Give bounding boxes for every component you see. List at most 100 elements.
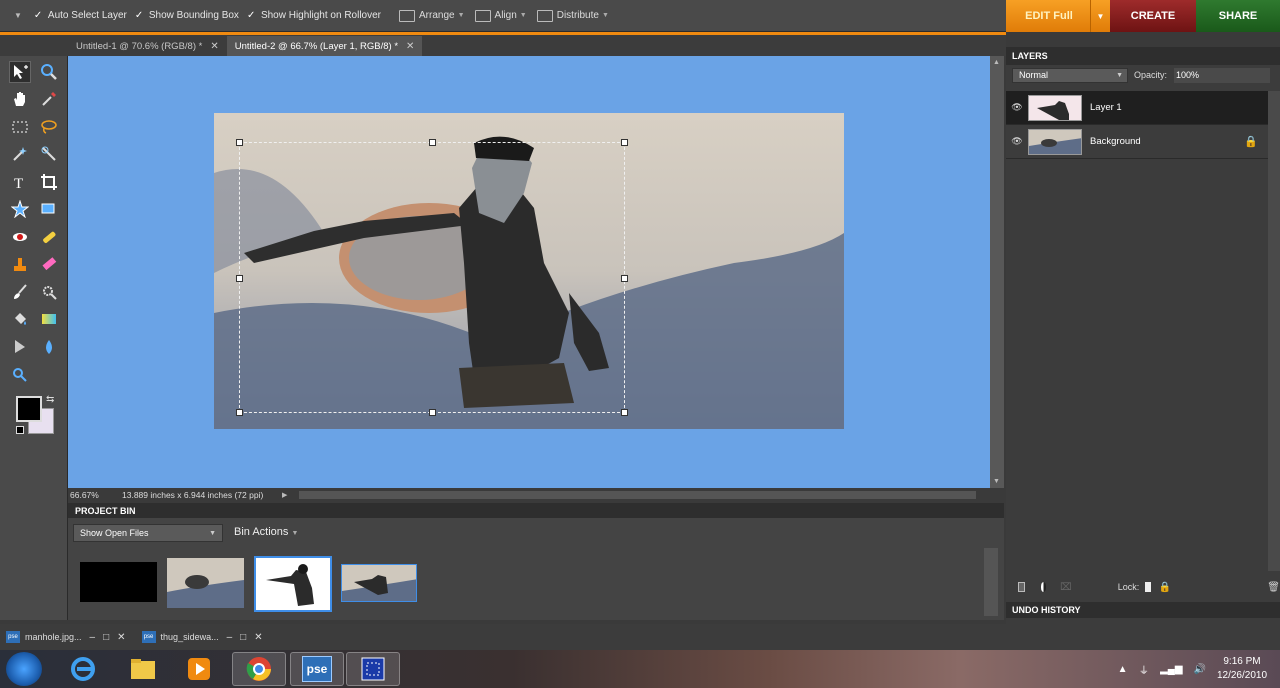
chrome-icon[interactable] — [232, 652, 286, 686]
resize-handle[interactable] — [621, 139, 628, 146]
zoom-tool-icon[interactable] — [38, 61, 60, 83]
brush-tool-icon[interactable] — [9, 281, 31, 303]
app-window-icon[interactable] — [346, 652, 400, 686]
layers-scrollbar[interactable] — [1268, 91, 1280, 571]
lock-transparent-icon[interactable] — [1145, 582, 1151, 592]
visibility-eye-icon[interactable]: 👁 — [1006, 136, 1028, 147]
arrange-button[interactable]: Arrange ▼ — [399, 9, 465, 22]
windows-start-button[interactable] — [6, 652, 42, 686]
photoshop-elements-icon[interactable]: pse — [290, 652, 344, 686]
tool-options-menu-icon[interactable]: ▼ — [14, 11, 22, 20]
network-signal-icon[interactable]: ▂▄▆ — [1160, 664, 1182, 675]
trash-icon[interactable]: 🗑 — [1267, 582, 1280, 593]
close-icon[interactable]: ✕ — [254, 632, 262, 643]
resize-handle[interactable] — [236, 409, 243, 416]
show-files-select[interactable]: Show Open Files ▼ — [73, 524, 223, 542]
close-icon[interactable]: ✕ — [406, 41, 414, 52]
swap-colors-icon[interactable]: ⇆ — [46, 394, 54, 405]
edit-mode-dropdown[interactable]: ▼ — [1090, 0, 1110, 32]
layer-row-background[interactable]: 👁 Background 🔒 — [1006, 125, 1268, 159]
resize-handle[interactable] — [236, 139, 243, 146]
zoom-level[interactable]: 66.67% — [68, 490, 116, 500]
align-button[interactable]: Align ▼ — [474, 9, 527, 22]
smart-brush-tool-icon[interactable] — [38, 281, 60, 303]
red-eye-tool-icon[interactable] — [9, 226, 31, 248]
blend-mode-select[interactable]: Normal ▼ — [1012, 68, 1128, 83]
media-player-icon[interactable] — [172, 652, 226, 686]
marquee-tool-icon[interactable] — [9, 116, 31, 138]
bin-thumbnail-selected[interactable] — [254, 556, 332, 612]
gradient-tool-icon[interactable] — [38, 308, 60, 330]
canvas-horizontal-scrollbar[interactable] — [299, 490, 976, 499]
project-bin-scrollbar[interactable] — [984, 548, 998, 616]
type-tool-icon[interactable]: T — [9, 171, 31, 193]
bounding-box[interactable] — [236, 139, 628, 416]
doc-tab-untitled-2[interactable]: Untitled-2 @ 66.7% (Layer 1, RGB/8) * ✕ — [226, 36, 423, 56]
visibility-eye-icon[interactable]: 👁 — [1006, 102, 1028, 113]
move-tool-icon[interactable] — [9, 61, 31, 83]
tool-options-bar: ▼ ✓ Auto Select Layer ✓ Show Bounding Bo… — [0, 0, 1006, 32]
show-highlight-checkbox[interactable]: ✓ Show Highlight on Rollover — [247, 10, 381, 21]
layers-panel-header: LAYERS — [1006, 47, 1280, 65]
blur-tool-icon[interactable] — [38, 336, 60, 358]
minimize-icon[interactable]: – — [227, 632, 233, 643]
volume-icon[interactable]: 🔊 — [1194, 664, 1206, 675]
internet-explorer-icon[interactable] — [56, 652, 110, 686]
open-file-thug[interactable]: pse thug_sidewa... – □ ✕ — [136, 627, 269, 647]
resize-handle[interactable] — [429, 409, 436, 416]
edit-full-button[interactable]: EDIT Full ▼ — [1006, 0, 1110, 32]
show-hidden-icons-icon[interactable]: ▲ — [1118, 664, 1128, 675]
crop-tool-icon[interactable] — [38, 171, 60, 193]
magic-wand-tool-icon[interactable] — [9, 143, 31, 165]
layer-mask-icon[interactable]: ⌧ — [1060, 582, 1072, 593]
eyedropper-tool-icon[interactable] — [38, 88, 60, 110]
hand-tool-icon[interactable] — [9, 88, 31, 110]
share-button[interactable]: SHARE — [1196, 0, 1280, 32]
default-colors-icon[interactable] — [16, 426, 24, 434]
resize-handle[interactable] — [429, 139, 436, 146]
layer-row-layer-1[interactable]: 👁 Layer 1 — [1006, 91, 1268, 125]
canvas-vertical-scrollbar[interactable]: ▲ ▼ — [990, 56, 1004, 488]
show-bounding-box-checkbox[interactable]: ✓ Show Bounding Box — [135, 10, 239, 21]
adjustment-layer-icon[interactable] — [1040, 582, 1047, 592]
new-layer-icon[interactable] — [1018, 582, 1025, 592]
scroll-up-icon[interactable]: ▲ — [993, 59, 1000, 66]
sponge-tool-icon[interactable] — [9, 364, 31, 386]
bin-thumbnail[interactable] — [80, 562, 157, 602]
eraser-tool-icon[interactable] — [38, 253, 60, 275]
open-file-manhole[interactable]: pse manhole.jpg... – □ ✕ — [0, 627, 132, 647]
resize-handle[interactable] — [621, 275, 628, 282]
file-explorer-icon[interactable] — [116, 652, 170, 686]
quick-selection-tool-icon[interactable] — [38, 143, 60, 165]
resize-handle[interactable] — [621, 409, 628, 416]
maximize-icon[interactable]: □ — [240, 632, 246, 643]
maximize-icon[interactable]: □ — [103, 632, 109, 643]
healing-brush-tool-icon[interactable] — [38, 226, 60, 248]
straighten-tool-icon[interactable] — [38, 198, 60, 220]
windows-taskbar: pse ▲ ⏚ ▂▄▆ 🔊 9:16 PM 12/26/2010 — [0, 650, 1280, 688]
resize-handle[interactable] — [236, 275, 243, 282]
bin-thumbnail[interactable] — [341, 564, 417, 602]
distribute-button[interactable]: Distribute ▼ — [536, 9, 609, 22]
create-button[interactable]: CREATE — [1110, 0, 1196, 32]
opacity-field[interactable]: 100% — [1174, 68, 1270, 83]
auto-select-layer-checkbox[interactable]: ✓ Auto Select Layer — [34, 10, 127, 21]
bin-actions-menu[interactable]: Bin Actions ▼ — [234, 526, 298, 538]
document-canvas[interactable] — [68, 56, 990, 488]
cookie-cutter-tool-icon[interactable] — [9, 198, 31, 220]
bin-thumbnail[interactable] — [167, 558, 244, 608]
taskbar-clock[interactable]: 9:16 PM 12/26/2010 — [1208, 655, 1276, 683]
doc-tab-untitled-1[interactable]: Untitled-1 @ 70.6% (RGB/8) * ✕ — [68, 36, 227, 56]
lasso-tool-icon[interactable] — [38, 116, 60, 138]
status-menu-icon[interactable]: ▶ — [282, 491, 287, 499]
paint-bucket-tool-icon[interactable] — [9, 308, 31, 330]
close-icon[interactable]: ✕ — [117, 632, 125, 643]
clone-stamp-tool-icon[interactable] — [9, 253, 31, 275]
custom-shape-tool-icon[interactable] — [9, 336, 31, 358]
power-plug-icon[interactable]: ⏚ — [1139, 662, 1149, 677]
minimize-icon[interactable]: – — [90, 632, 96, 643]
foreground-color-swatch[interactable] — [16, 396, 42, 422]
close-icon[interactable]: ✕ — [210, 41, 218, 52]
scroll-down-icon[interactable]: ▼ — [993, 478, 1000, 485]
lock-all-icon[interactable]: 🔒 — [1159, 582, 1171, 593]
